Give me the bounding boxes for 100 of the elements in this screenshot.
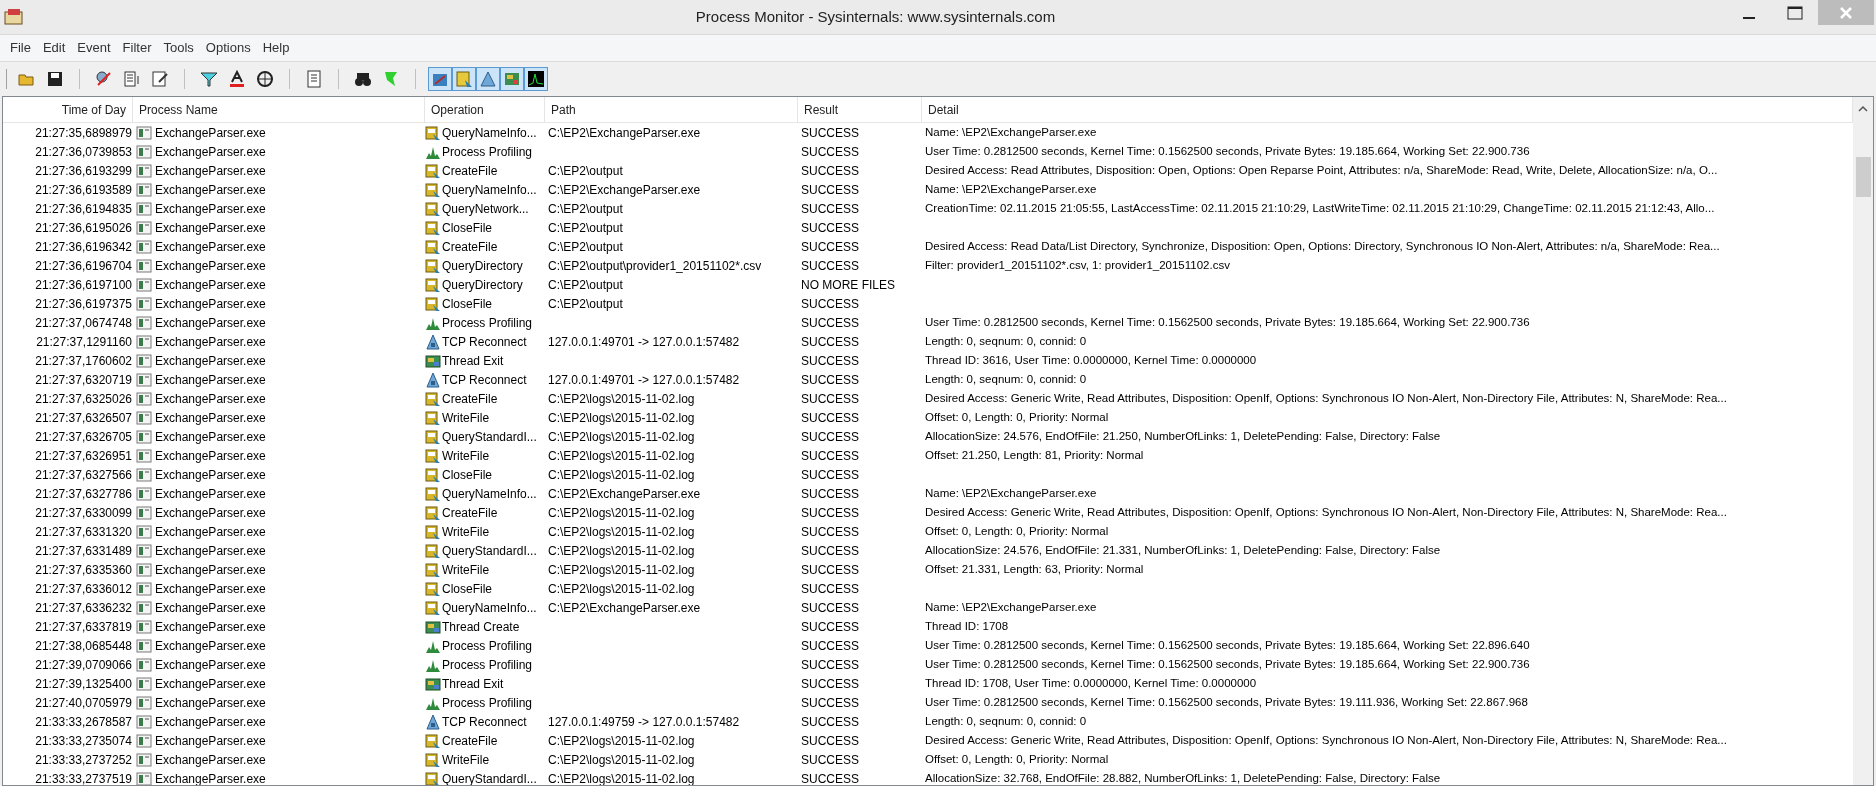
path-cell: C:\EP2\ExchangeParser.exe bbox=[548, 600, 701, 615]
table-row[interactable]: 21:27:37,6331320 ExchangeParser.exe WriteFile C:\EP2\logs\2015-11-02.log SUCCESS Offset: 0, Length: 0, Priority: Normal bbox=[3, 522, 1853, 541]
table-row[interactable]: 21:27:39,1325400 ExchangeParser.exe Thread Exit SUCCESS Thread ID: 1708, User Time: 0.0000000, Kernel Time: 0.0000000 bbox=[3, 674, 1853, 693]
result-cell: SUCCESS bbox=[801, 391, 859, 406]
path-cell: C:\EP2\logs\2015-11-02.log bbox=[548, 429, 695, 444]
table-row[interactable]: 21:27:37,6336232 ExchangeParser.exe QueryNameInfo... C:\EP2\ExchangeParser.exe SUCCESS Name: \EP2\ExchangeParser.exe bbox=[3, 598, 1853, 617]
process-cell-text: ExchangeParser.exe bbox=[155, 523, 266, 541]
table-row[interactable]: 21:27:35,6898979 ExchangeParser.exe QueryNameInfo... C:\EP2\ExchangeParser.exe SUCCESS Name: \EP2\ExchangeParser.exe bbox=[3, 123, 1853, 142]
path-cell: 127.0.0.1:49759 -> 127.0.0.1:57482 bbox=[548, 714, 740, 729]
application-icon bbox=[136, 505, 152, 520]
operation-cell-text: QueryDirectory bbox=[442, 257, 523, 275]
table-row[interactable]: 21:27:37,0674748 ExchangeParser.exe Process Profiling SUCCESS User Time: 0.2812500 seconds, Kernel Time: 0.1562500 seconds, Private Bytes: 19.185.664, Working Set: 22.900.736 bbox=[3, 313, 1853, 332]
time-cell-text: 21:27:37,6331489 bbox=[35, 542, 132, 560]
network-icon[interactable] bbox=[476, 67, 500, 91]
application-icon bbox=[136, 562, 152, 577]
application-icon bbox=[136, 182, 152, 197]
table-row[interactable]: 21:27:36,6195026 ExchangeParser.exe CloseFile C:\EP2\output SUCCESS bbox=[3, 218, 1853, 237]
table-row[interactable]: 21:27:40,0705979 ExchangeParser.exe Process Profiling SUCCESS User Time: 0.2812500 seconds, Kernel Time: 0.1562500 seconds, Private Bytes: 19.111.936, Working Set: 22.867.968 bbox=[3, 693, 1853, 712]
table-row[interactable]: 21:27:37,6326507 ExchangeParser.exe WriteFile C:\EP2\logs\2015-11-02.log SUCCESS Offset: 0, Length: 0, Priority: Normal bbox=[3, 408, 1853, 427]
operation-cell-text: Process Profiling bbox=[442, 637, 533, 655]
column-header[interactable]: Process Name bbox=[133, 97, 425, 122]
table-row[interactable]: 21:27:36,6193589 ExchangeParser.exe QueryNameInfo... C:\EP2\ExchangeParser.exe SUCCESS Name: \EP2\ExchangeParser.exe bbox=[3, 180, 1853, 199]
menu-item[interactable]: Filter bbox=[116, 38, 158, 58]
table-row[interactable]: 21:27:36,6196704 ExchangeParser.exe QueryDirectory C:\EP2\output\provider1_20151102*.csv SUCCESS Filter: provider1_20151102*.csv, 1: provider1_20151102.csv bbox=[3, 256, 1853, 275]
table-row[interactable]: 21:27:37,6327786 ExchangeParser.exe QueryNameInfo... C:\EP2\ExchangeParser.exe SUCCESS Name: \EP2\ExchangeParser.exe bbox=[3, 484, 1853, 503]
table-row[interactable]: 21:27:37,6337819 ExchangeParser.exe Thread Create SUCCESS Thread ID: 1708 bbox=[3, 617, 1853, 636]
scroll-up-icon[interactable] bbox=[1858, 105, 1868, 113]
menu-item[interactable]: Event bbox=[71, 38, 117, 58]
path-cell: C:\EP2\logs\2015-11-02.log bbox=[548, 467, 695, 482]
detail-cell: Desired Access: Generic Write, Read Attributes, Disposition: OpenIf, Options: Synchronous IO Non-Alert, Non-Directory File, Attributes: N, ShareMode: Rea... bbox=[925, 506, 1727, 519]
column-header[interactable]: Operation bbox=[425, 97, 545, 122]
table-row[interactable]: 21:27:37,6320719 ExchangeParser.exe TCP Reconnect 127.0.0.1:49701 -> 127.0.0.1:57482 SUCCESS Length: 0, seqnum: 0, connid: 0 bbox=[3, 370, 1853, 389]
time-cell-text: 21:27:36,6194835 bbox=[35, 200, 132, 218]
column-header[interactable]: Result bbox=[798, 97, 922, 122]
application-icon bbox=[136, 315, 152, 330]
application-icon bbox=[136, 733, 152, 748]
process-cell-text: ExchangeParser.exe bbox=[155, 314, 266, 332]
path-cell: C:\EP2\output\provider1_20151102*.csv bbox=[548, 258, 762, 273]
operation-cell-text: Thread Exit bbox=[442, 675, 504, 693]
file-system-icon bbox=[425, 751, 441, 768]
process-cell-text: ExchangeParser.exe bbox=[155, 390, 266, 408]
result-cell: SUCCESS bbox=[801, 239, 859, 254]
detail-cell: Offset: 21.250, Length: 81, Priority: Normal bbox=[925, 449, 1144, 462]
table-row[interactable]: 21:33:33,2737252 ExchangeParser.exe WriteFile C:\EP2\logs\2015-11-02.log SUCCESS Offset: 0, Length: 0, Priority: Normal bbox=[3, 750, 1853, 769]
application-icon bbox=[136, 676, 152, 691]
column-header[interactable]: Path bbox=[545, 97, 798, 122]
table-row[interactable]: 21:27:38,0685448 ExchangeParser.exe Process Profiling SUCCESS User Time: 0.2812500 seconds, Kernel Time: 0.1562500 seconds, Private Bytes: 19.185.664, Working Set: 22.896.640 bbox=[3, 636, 1853, 655]
detail-cell: Name: \EP2\ExchangeParser.exe bbox=[925, 183, 1097, 196]
result-cell: SUCCESS bbox=[801, 315, 859, 330]
menu-item[interactable]: Options bbox=[199, 38, 257, 58]
registry-icon[interactable] bbox=[428, 67, 452, 91]
table-row[interactable]: 21:27:37,6326705 ExchangeParser.exe QueryStandardI... C:\EP2\logs\2015-11-02.log SUCCESS AllocationSize: 24.576, EndOfFile: 21.250, NumberOfLinks: 1, DeletePending: False, Directory: False bbox=[3, 427, 1853, 446]
process-cell-text: ExchangeParser.exe bbox=[155, 124, 266, 142]
operation-cell-text: WriteFile bbox=[442, 447, 490, 465]
application-icon bbox=[136, 543, 152, 558]
table-row[interactable]: 21:27:36,0739853 ExchangeParser.exe Process Profiling SUCCESS User Time: 0.2812500 seconds, Kernel Time: 0.1562500 seconds, Private Bytes: 19.185.664, Working Set: 22.900.736 bbox=[3, 142, 1853, 161]
table-row[interactable]: 21:27:39,0709066 ExchangeParser.exe Process Profiling SUCCESS User Time: 0.2812500 seconds, Kernel Time: 0.1562500 seconds, Private Bytes: 19.185.664, Working Set: 22.900.736 bbox=[3, 655, 1853, 674]
table-row[interactable]: 21:27:36,6197375 ExchangeParser.exe CloseFile C:\EP2\output SUCCESS bbox=[3, 294, 1853, 313]
column-header[interactable]: Time of Day bbox=[3, 97, 133, 122]
process-cell-text: ExchangeParser.exe bbox=[155, 428, 266, 446]
table-row[interactable]: 21:27:37,6331489 ExchangeParser.exe QueryStandardI... C:\EP2\logs\2015-11-02.log SUCCESS AllocationSize: 24.576, EndOfFile: 21.331, NumberOfLinks: 1, DeletePending: False, Directory: False bbox=[3, 541, 1853, 560]
table-row[interactable]: 21:27:37,6335360 ExchangeParser.exe WriteFile C:\EP2\logs\2015-11-02.log SUCCESS Offset: 21.331, Length: 63, Priority: Normal bbox=[3, 560, 1853, 579]
menu-item[interactable]: Help bbox=[256, 38, 296, 58]
process-cell-text: ExchangeParser.exe bbox=[155, 599, 266, 617]
path-cell: C:\EP2\logs\2015-11-02.log bbox=[548, 448, 695, 463]
detail-cell: Thread ID: 1708 bbox=[925, 620, 1009, 633]
operation-cell-text: QueryNameInfo... bbox=[442, 485, 537, 503]
operation-cell-text: QueryDirectory bbox=[442, 276, 523, 294]
path-cell: C:\EP2\ExchangeParser.exe bbox=[548, 125, 701, 140]
table-row[interactable]: 21:33:33,2737519 ExchangeParser.exe QueryStandardI... C:\EP2\logs\2015-11-02.log SUCCESS AllocationSize: 32.768, EndOfFile: 28.882, NumberOfLinks: 1, DeletePending: False, Directory: False bbox=[3, 769, 1853, 785]
detail-cell: Desired Access: Read Data/List Directory, Synchronize, Disposition: Open, Options: Directory, Synchronous IO Non-Alert, Attributes: n/a, ShareMode: Rea... bbox=[925, 240, 1720, 253]
process-cell-text: ExchangeParser.exe bbox=[155, 580, 266, 598]
chart-icon[interactable] bbox=[524, 67, 548, 91]
file-system-icon[interactable] bbox=[452, 67, 476, 91]
time-cell-text: 21:27:36,6196342 bbox=[35, 238, 132, 256]
table-row[interactable]: 21:27:37,6326951 ExchangeParser.exe WriteFile C:\EP2\logs\2015-11-02.log SUCCESS Offset: 21.250, Length: 81, Priority: Normal bbox=[3, 446, 1853, 465]
menu-item[interactable]: File bbox=[4, 38, 37, 58]
scrollbar[interactable] bbox=[1853, 97, 1873, 785]
application-icon bbox=[136, 467, 152, 482]
result-cell: SUCCESS bbox=[801, 524, 859, 539]
table-row[interactable]: 21:27:37,6327566 ExchangeParser.exe CloseFile C:\EP2\logs\2015-11-02.log SUCCESS bbox=[3, 465, 1853, 484]
application-icon bbox=[136, 524, 152, 539]
table-row[interactable]: 21:33:33,2678587 ExchangeParser.exe TCP Reconnect 127.0.0.1:49759 -> 127.0.0.1:57482 SUCCESS Length: 0, seqnum: 0, connid: 0 bbox=[3, 712, 1853, 731]
path-cell: C:\EP2\output bbox=[548, 201, 623, 216]
result-cell: SUCCESS bbox=[801, 372, 859, 387]
time-cell-text: 21:27:37,6335360 bbox=[35, 561, 132, 579]
path-cell: C:\EP2\logs\2015-11-02.log bbox=[548, 410, 695, 425]
table-row[interactable]: 21:27:37,6336012 ExchangeParser.exe CloseFile C:\EP2\logs\2015-11-02.log SUCCESS bbox=[3, 579, 1853, 598]
process-cell-text: ExchangeParser.exe bbox=[155, 770, 266, 785]
path-cell: C:\EP2\logs\2015-11-02.log bbox=[548, 524, 695, 539]
scrollbar-thumb[interactable] bbox=[1855, 157, 1871, 197]
menu-item[interactable]: Edit bbox=[36, 38, 72, 58]
menu-item[interactable]: Tools bbox=[157, 38, 200, 58]
result-cell: SUCCESS bbox=[801, 505, 859, 520]
result-cell: SUCCESS bbox=[801, 182, 859, 197]
application-icon bbox=[136, 752, 152, 767]
operation-cell-text: CreateFile bbox=[442, 732, 498, 750]
table-row[interactable]: 21:27:37,1760602 ExchangeParser.exe Thread Exit SUCCESS Thread ID: 3616, User Time: 0.0000000, Kernel Time: 0.0000000 bbox=[3, 351, 1853, 370]
table-row[interactable]: 21:27:36,6197100 ExchangeParser.exe QueryDirectory C:\EP2\output NO MORE FILES bbox=[3, 275, 1853, 294]
table-row[interactable]: 21:27:37,1291160 ExchangeParser.exe TCP Reconnect 127.0.0.1:49701 -> 127.0.0.1:57482 SUCCESS Length: 0, seqnum: 0, connid: 0 bbox=[3, 332, 1853, 351]
